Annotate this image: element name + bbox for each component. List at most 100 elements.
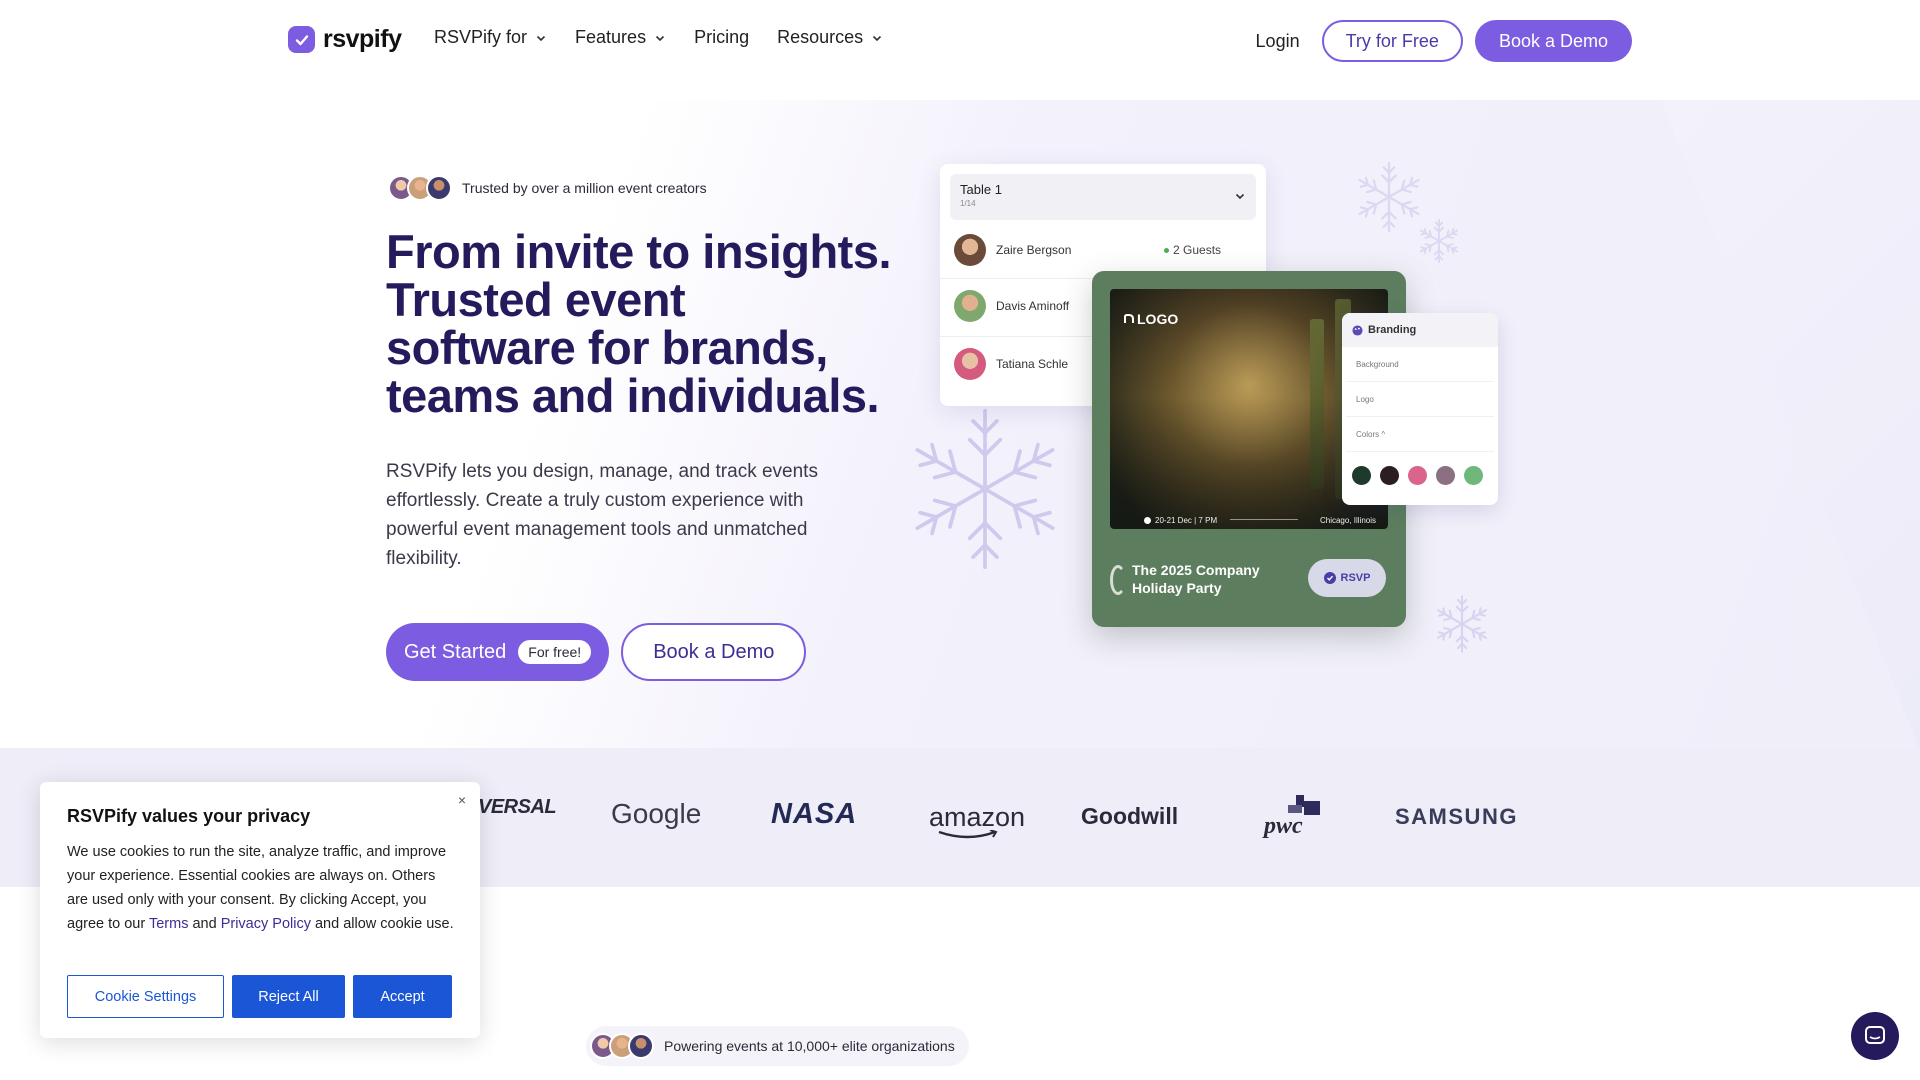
branding-row[interactable]: Colors ^ bbox=[1346, 417, 1494, 452]
cookie-title: RSVPify values your privacy bbox=[67, 806, 311, 826]
event-logo: LOGO bbox=[1124, 311, 1178, 327]
guest-name: Tatiana Schle bbox=[996, 357, 1069, 371]
top-nav: rsvpify RSVPify for Features Pricing Res… bbox=[0, 0, 1920, 80]
cookie-body: We use cookies to run the site, analyze … bbox=[67, 840, 459, 936]
get-started-label: Get Started bbox=[404, 640, 507, 663]
cookie-text: and allow cookie use. bbox=[310, 916, 454, 932]
color-swatch[interactable] bbox=[1408, 466, 1427, 485]
color-swatch[interactable] bbox=[1352, 466, 1371, 485]
snowflake-icon bbox=[1417, 218, 1461, 264]
book-demo-hero-button[interactable]: Book a Demo bbox=[621, 623, 807, 681]
headline-line: Trusted event bbox=[386, 273, 686, 326]
check-logo-icon bbox=[288, 26, 315, 53]
chevron-down-icon bbox=[536, 35, 546, 41]
table-count: 1/14 bbox=[960, 199, 976, 208]
branding-title: Branding bbox=[1368, 324, 1417, 336]
event-title: The 2025 Company Holiday Party bbox=[1132, 562, 1260, 596]
logo-text: pwc bbox=[1264, 813, 1303, 839]
nav-label: Resources bbox=[777, 27, 864, 47]
color-swatches bbox=[1342, 452, 1498, 485]
guest-count-label: 2 Guests bbox=[1173, 243, 1222, 257]
guest-name: Zaire Bergson bbox=[996, 243, 1072, 257]
palette-icon bbox=[1352, 324, 1363, 336]
try-free-button[interactable]: Try for Free bbox=[1321, 20, 1463, 62]
chevron-down-icon bbox=[656, 35, 665, 41]
nav-actions: Login Try for Free Book a Demo bbox=[1256, 20, 1632, 62]
nav-rsvpify-for[interactable]: RSVPify for bbox=[434, 27, 547, 48]
nav-pricing[interactable]: Pricing bbox=[694, 27, 749, 48]
nav-label: RSVPify for bbox=[434, 27, 528, 47]
chevron-down-icon bbox=[873, 35, 882, 41]
nav-label: Pricing bbox=[694, 27, 750, 47]
reject-all-button[interactable]: Reject All bbox=[232, 975, 345, 1018]
trusted-badge: Trusted by over a million event creators bbox=[388, 175, 707, 201]
goodwill-logo: Goodwill bbox=[1081, 803, 1178, 830]
powering-badge: Powering events at 10,000+ elite organiz… bbox=[586, 1026, 969, 1066]
nav-features[interactable]: Features bbox=[575, 27, 666, 48]
loading-icon bbox=[1110, 565, 1126, 595]
clock-icon bbox=[1144, 517, 1151, 524]
accept-button[interactable]: Accept bbox=[353, 975, 452, 1018]
table-title: Table 1 bbox=[960, 182, 1002, 197]
nav-resources[interactable]: Resources bbox=[777, 27, 883, 48]
status-dot bbox=[1164, 247, 1169, 253]
privacy-policy-link[interactable]: Privacy Policy bbox=[221, 916, 311, 932]
logo-text: SAMSUNG bbox=[1395, 804, 1518, 829]
branding-row[interactable]: Logo bbox=[1346, 382, 1494, 417]
event-date: 20-21 Dec | 7 PM bbox=[1144, 516, 1217, 525]
guest-row: Zaire Bergson 2 Guests bbox=[954, 230, 1254, 270]
book-demo-nav-button[interactable]: Book a Demo bbox=[1474, 20, 1632, 62]
color-swatch[interactable] bbox=[1380, 466, 1399, 485]
universal-logo: VERSAL bbox=[478, 796, 557, 819]
cookie-settings-button[interactable]: Cookie Settings bbox=[67, 975, 224, 1018]
guest-count: 2 Guests bbox=[1164, 243, 1221, 257]
logo-text: Goodwill bbox=[1081, 803, 1179, 829]
avatar bbox=[628, 1033, 654, 1059]
avatar bbox=[954, 234, 986, 266]
headline-line: teams and individuals. bbox=[386, 369, 880, 422]
color-swatch[interactable] bbox=[1436, 466, 1455, 485]
headline-line: software for brands, bbox=[386, 321, 828, 374]
cookie-consent-dialog: × RSVPify values your privacy We use coo… bbox=[40, 782, 480, 1038]
guest-name: Davis Aminoff bbox=[996, 299, 1070, 313]
check-icon bbox=[1323, 572, 1336, 584]
terms-link[interactable]: Terms bbox=[149, 916, 188, 932]
branding-row[interactable]: Background bbox=[1346, 347, 1494, 382]
chevron-down-icon bbox=[1235, 193, 1245, 200]
rsvp-button[interactable]: RSVP bbox=[1308, 559, 1386, 597]
event-date-text: 20-21 Dec | 7 PM bbox=[1155, 516, 1218, 525]
nasa-logo: NASA bbox=[771, 798, 857, 831]
nav-links: RSVPify for Features Pricing Resources bbox=[434, 27, 883, 48]
hero-headline: From invite to insights. Trusted event s… bbox=[386, 228, 906, 420]
hero-subtext: RSVPify lets you design, manage, and tra… bbox=[386, 461, 818, 569]
logo-text: Google bbox=[611, 798, 702, 829]
login-link[interactable]: Login bbox=[1256, 31, 1300, 52]
logo-text: VERSAL bbox=[478, 796, 557, 818]
amazon-smile-icon bbox=[938, 830, 998, 839]
powering-text: Powering events at 10,000+ elite organiz… bbox=[664, 1038, 955, 1054]
logo-text: NASA bbox=[771, 798, 858, 830]
branding-panel: Branding Background Logo Colors ^ bbox=[1342, 313, 1498, 505]
get-started-button[interactable]: Get Started For free! bbox=[386, 623, 610, 681]
cookie-actions: Cookie Settings Reject All Accept bbox=[67, 975, 452, 1018]
branding-header: Branding bbox=[1342, 313, 1498, 347]
table-select[interactable]: Table 1 1/14 bbox=[950, 174, 1256, 220]
trusted-text: Trusted by over a million event creators bbox=[462, 180, 707, 196]
cookie-text: and bbox=[188, 916, 221, 932]
nav-label: Features bbox=[575, 27, 647, 47]
chat-launcher-button[interactable] bbox=[1851, 1012, 1899, 1060]
logo-mark-icon bbox=[1124, 314, 1134, 323]
color-swatch[interactable] bbox=[1464, 466, 1483, 485]
avatar bbox=[426, 175, 452, 201]
brand-name: rsvpify bbox=[323, 25, 402, 53]
event-location: Chicago, Illinois bbox=[1319, 516, 1376, 525]
avatar bbox=[954, 290, 986, 322]
close-icon[interactable]: × bbox=[458, 792, 466, 808]
event-logo-text: LOGO bbox=[1137, 311, 1179, 327]
avatar bbox=[954, 348, 986, 380]
samsung-logo: SAMSUNG bbox=[1395, 804, 1518, 830]
decor bbox=[1310, 319, 1324, 489]
for-free-badge: For free! bbox=[518, 640, 592, 664]
google-logo: Google bbox=[611, 798, 701, 830]
brand-logo[interactable]: rsvpify bbox=[288, 25, 402, 54]
